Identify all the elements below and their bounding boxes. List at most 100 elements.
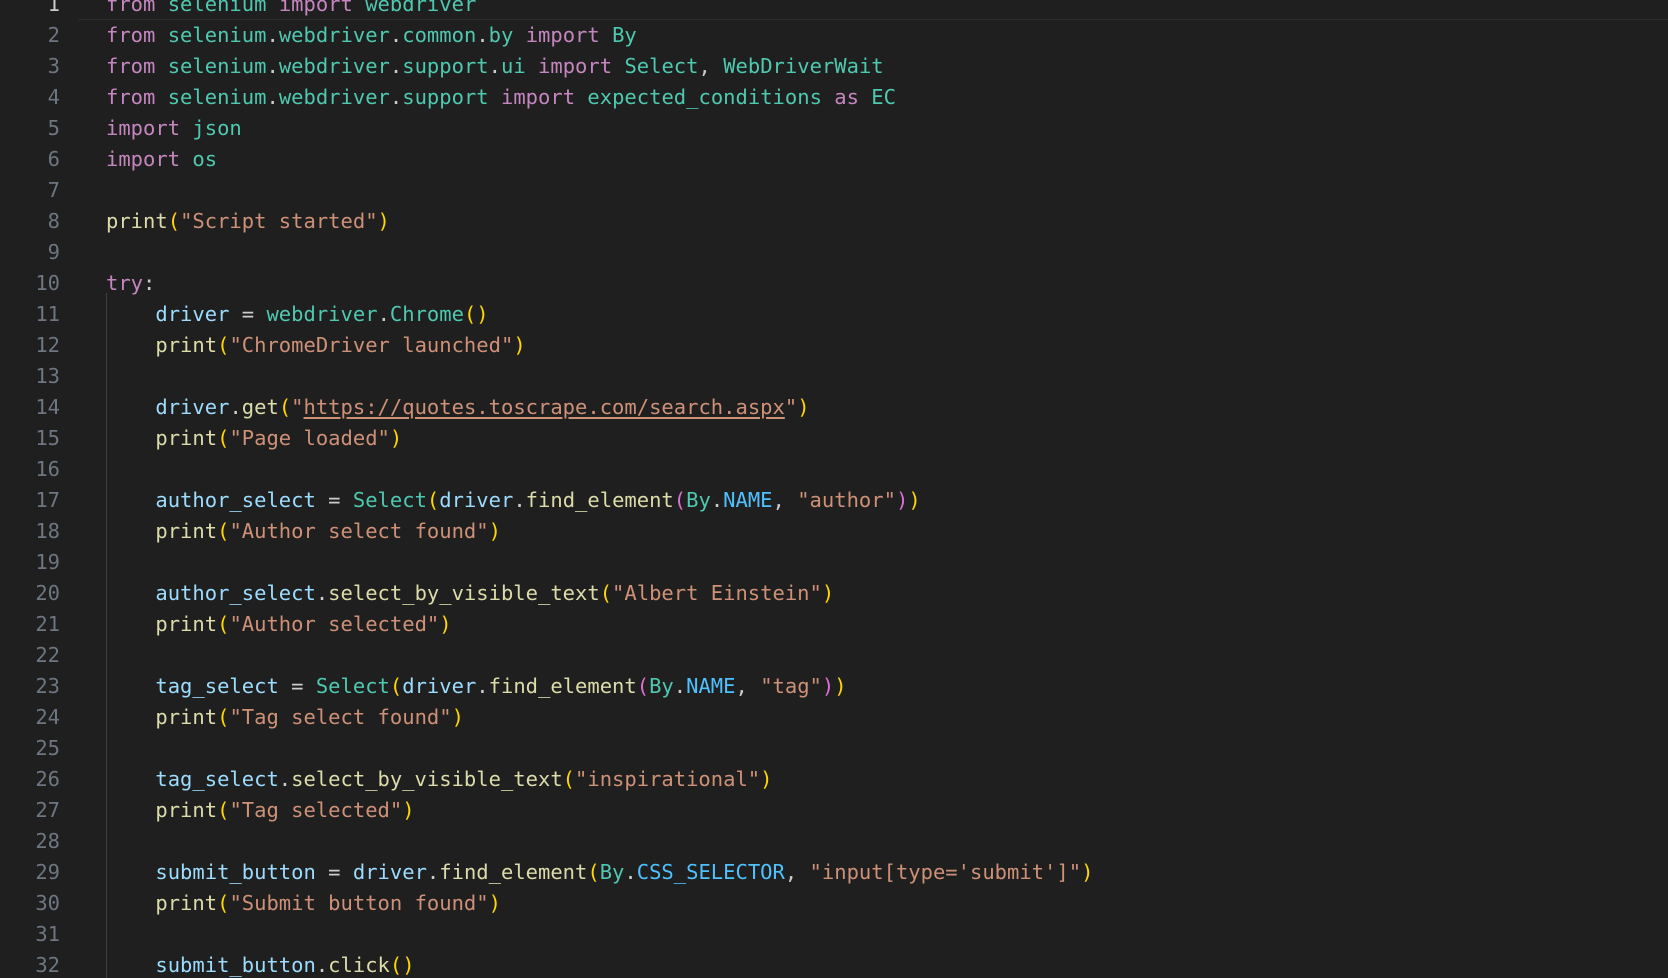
- code-line[interactable]: 3 from selenium.webdriver.support.ui impo…: [0, 51, 1668, 82]
- code-line[interactable]: 30 print("Submit button found"): [0, 888, 1668, 919]
- code-line[interactable]: 22: [0, 640, 1668, 671]
- code-text[interactable]: print("Author selected"): [106, 609, 451, 640]
- code-token: ): [488, 891, 501, 915]
- code-token: (: [673, 488, 687, 512]
- code-text[interactable]: import json: [106, 113, 242, 144]
- code-text[interactable]: driver = webdriver.Chrome(): [106, 299, 488, 330]
- code-line[interactable]: 9: [0, 237, 1668, 268]
- code-token: selenium: [167, 23, 267, 47]
- line-number: 8: [47, 209, 60, 233]
- code-token: .: [377, 302, 390, 326]
- line-number: 24: [35, 705, 60, 729]
- code-token: print: [155, 426, 218, 450]
- code-text[interactable]: driver.get("https://quotes.toscrape.com/…: [106, 392, 809, 423]
- code-token: ): [821, 581, 835, 605]
- code-line[interactable]: 15 print("Page loaded"): [0, 423, 1668, 454]
- code-text[interactable]: print("Submit button found"): [106, 888, 501, 919]
- code-line[interactable]: 2 from selenium.webdriver.common.by impor…: [0, 20, 1668, 51]
- code-line[interactable]: 7: [0, 175, 1668, 206]
- code-line[interactable]: 31: [0, 919, 1668, 950]
- code-line[interactable]: 21 print("Author selected"): [0, 609, 1668, 640]
- code-line[interactable]: 1 from selenium import webdriver: [0, 0, 1668, 20]
- code-token: .: [624, 860, 637, 884]
- code-token: author_select: [155, 488, 316, 512]
- code-text[interactable]: try:: [106, 268, 155, 299]
- code-line[interactable]: 29 submit_button = driver.find_element(B…: [0, 857, 1668, 888]
- code-token: By: [599, 860, 625, 884]
- code-text[interactable]: from selenium.webdriver.support.ui impor…: [106, 51, 884, 82]
- code-line[interactable]: 5 import json: [0, 113, 1668, 144]
- code-text[interactable]: print("Tag selected"): [106, 795, 414, 826]
- code-token: find_element: [488, 674, 637, 698]
- code-token: "Albert Einstein": [612, 581, 822, 605]
- code-token: ): [760, 767, 773, 791]
- code-line[interactable]: 14 driver.get("https://quotes.toscrape.c…: [0, 392, 1668, 423]
- code-text[interactable]: print("Page loaded"): [106, 423, 402, 454]
- line-number: 5: [47, 116, 60, 140]
- code-token: ): [488, 519, 501, 543]
- code-token: Chrome: [389, 302, 464, 326]
- code-token: find_element: [525, 488, 674, 512]
- code-token: json: [192, 116, 242, 140]
- code-line[interactable]: 27 print("Tag selected"): [0, 795, 1668, 826]
- code-token: WebDriverWait: [723, 54, 884, 78]
- code-line[interactable]: 4 from selenium.webdriver.support import …: [0, 82, 1668, 113]
- code-token: "Tag selected": [229, 798, 403, 822]
- code-line[interactable]: 18 print("Author select found"): [0, 516, 1668, 547]
- code-text[interactable]: from selenium import webdriver: [106, 0, 476, 20]
- code-text[interactable]: from selenium.webdriver.support import e…: [106, 82, 896, 113]
- code-token: CSS_SELECTOR: [636, 860, 785, 884]
- code-line[interactable]: 16: [0, 454, 1668, 485]
- code-text[interactable]: print("Script started"): [106, 206, 390, 237]
- code-editor[interactable]: 1 from selenium import webdriver 2 from sel…: [0, 0, 1668, 978]
- code-token: selenium: [167, 85, 267, 109]
- code-token: print: [155, 333, 218, 357]
- code-token: import: [278, 0, 353, 16]
- code-line[interactable]: 11 driver = webdriver.Chrome(): [0, 299, 1668, 330]
- code-token: .: [513, 488, 526, 512]
- code-token: webdriver: [365, 0, 477, 16]
- code-token: selenium: [167, 0, 267, 16]
- code-line[interactable]: 6 import os: [0, 144, 1668, 175]
- code-line[interactable]: 28: [0, 826, 1668, 857]
- code-token: import: [501, 85, 576, 109]
- code-line[interactable]: 24 print("Tag select found"): [0, 702, 1668, 733]
- code-text[interactable]: submit_button.click(): [106, 950, 414, 978]
- code-text[interactable]: author_select.select_by_visible_text("Al…: [106, 578, 834, 609]
- code-line[interactable]: 13: [0, 361, 1668, 392]
- code-text[interactable]: print("ChromeDriver launched"): [106, 330, 525, 361]
- code-line[interactable]: 8 print("Script started"): [0, 206, 1668, 237]
- code-token: (: [217, 519, 230, 543]
- code-token: "Author selected": [229, 612, 440, 636]
- code-token: "Submit button found": [229, 891, 489, 915]
- line-number: 27: [35, 798, 60, 822]
- code-line[interactable]: 23 tag_select = Select(driver.find_eleme…: [0, 671, 1668, 702]
- code-token: .: [488, 54, 501, 78]
- code-text[interactable]: import os: [106, 144, 217, 175]
- code-token: "Author select found": [229, 519, 489, 543]
- code-text[interactable]: from selenium.webdriver.common.by import…: [106, 20, 637, 51]
- code-text[interactable]: print("Tag select found"): [106, 702, 464, 733]
- code-line[interactable]: 20 author_select.select_by_visible_text(…: [0, 578, 1668, 609]
- code-lines[interactable]: 1 from selenium import webdriver 2 from sel…: [0, 0, 1668, 978]
- code-token: "Page loaded": [229, 426, 390, 450]
- code-line[interactable]: 26 tag_select.select_by_visible_text("in…: [0, 764, 1668, 795]
- code-line[interactable]: 32 submit_button.click(): [0, 950, 1668, 978]
- code-line[interactable]: 12 print("ChromeDriver launched"): [0, 330, 1668, 361]
- code-token: expected_conditions: [587, 85, 822, 109]
- code-line[interactable]: 17 author_select = Select(driver.find_el…: [0, 485, 1668, 516]
- code-token: :: [143, 271, 156, 295]
- code-text[interactable]: tag_select.select_by_visible_text("inspi…: [106, 764, 773, 795]
- code-text[interactable]: submit_button = driver.find_element(By.C…: [106, 857, 1093, 888]
- code-line[interactable]: 25: [0, 733, 1668, 764]
- line-number: 10: [35, 271, 60, 295]
- code-text[interactable]: print("Author select found"): [106, 516, 501, 547]
- code-line[interactable]: 19: [0, 547, 1668, 578]
- code-line[interactable]: 10 try:: [0, 268, 1668, 299]
- code-text[interactable]: tag_select = Select(driver.find_element(…: [106, 671, 846, 702]
- code-token: driver: [155, 395, 230, 419]
- code-text[interactable]: author_select = Select(driver.find_eleme…: [106, 485, 920, 516]
